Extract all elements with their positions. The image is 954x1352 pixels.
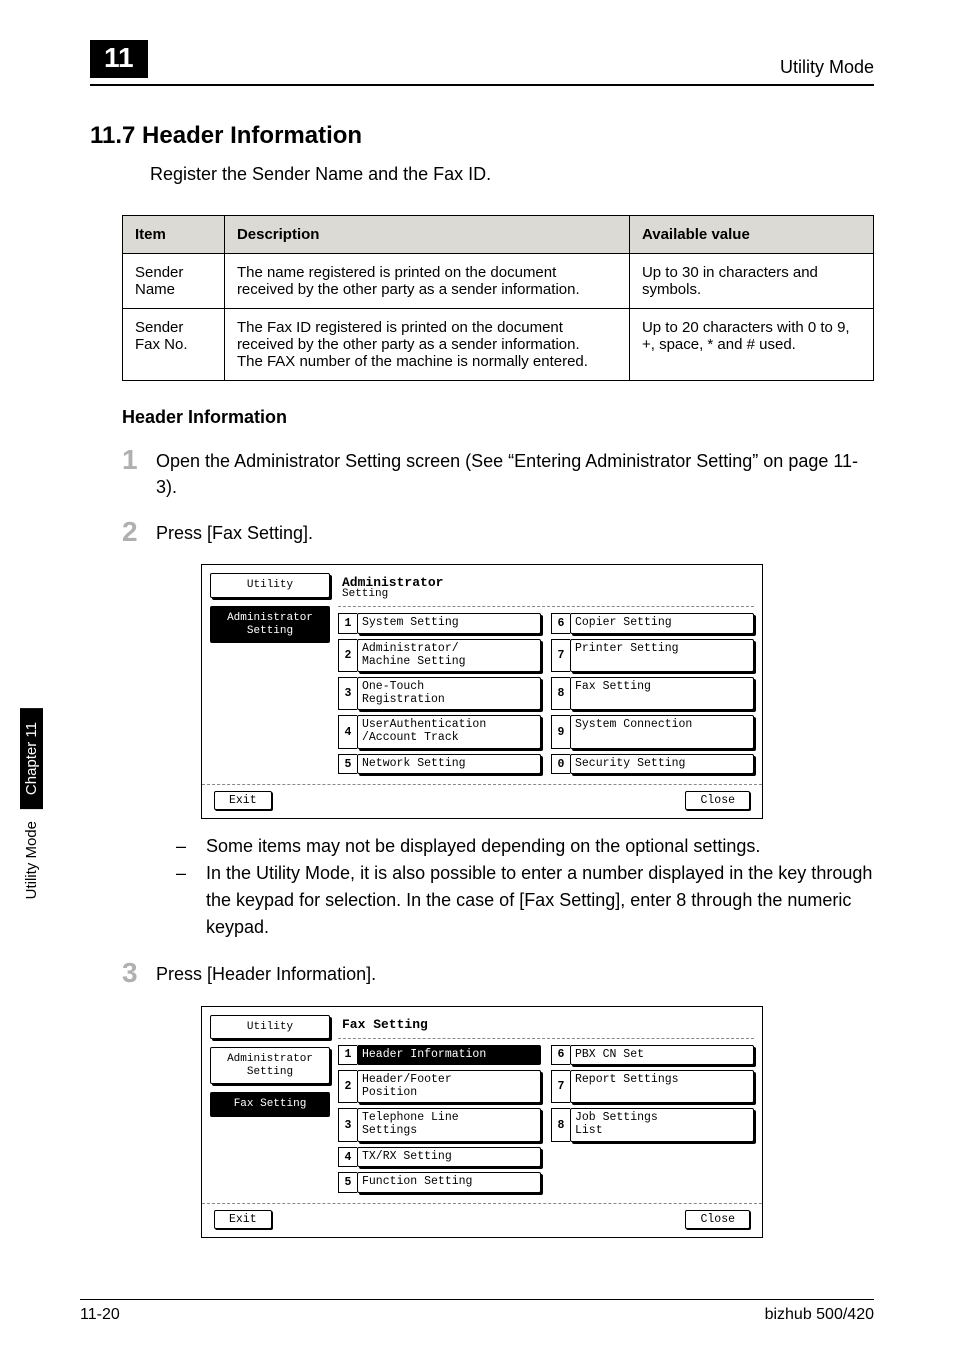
page-number: 11-20 — [80, 1306, 120, 1324]
step-number: 1 — [122, 446, 156, 474]
menu-tel-line-settings[interactable]: 3Telephone Line Settings — [338, 1108, 541, 1141]
panel2-wrap: Utility Administrator Setting Fax Settin… — [90, 1006, 874, 1238]
menu-header-footer-pos[interactable]: 2Header/Footer Position — [338, 1070, 541, 1103]
menu-printer-setting[interactable]: 7Printer Setting — [551, 639, 754, 672]
th-item: Item — [123, 216, 225, 254]
exit-button[interactable]: Exit — [214, 1210, 272, 1229]
side-tab: Chapter 11 Utility Mode — [14, 680, 48, 940]
admin-setting-button[interactable]: Administrator Setting — [210, 606, 330, 643]
info-table: Item Description Available value Sender … — [122, 215, 874, 381]
menu-system-setting[interactable]: 1System Setting — [338, 613, 541, 634]
step-text: Press [Header Information]. — [156, 961, 376, 987]
menu-report-settings[interactable]: 7Report Settings — [551, 1070, 754, 1103]
utility-button[interactable]: Utility — [210, 1015, 330, 1040]
step-3: 3 Press [Header Information]. — [122, 961, 874, 987]
panel1-wrap: Utility Administrator Setting Administra… — [90, 564, 874, 819]
running-head: Utility Mode — [780, 57, 874, 78]
fax-setting-button[interactable]: Fax Setting — [210, 1092, 330, 1117]
menu-header-info[interactable]: 1Header Information — [338, 1045, 541, 1066]
notes: –Some items may not be displayed dependi… — [176, 833, 874, 941]
cell-item: Sender Fax No. — [123, 309, 225, 381]
th-description: Description — [224, 216, 629, 254]
step-2: 2 Press [Fax Setting]. — [122, 520, 874, 546]
step-1: 1 Open the Administrator Setting screen … — [122, 448, 874, 500]
product-name: bizhub 500/420 — [765, 1306, 874, 1324]
exit-button[interactable]: Exit — [214, 791, 272, 810]
side-tab-title: Utility Mode — [20, 809, 43, 911]
step-text: Press [Fax Setting]. — [156, 520, 313, 546]
menu-job-settings-list[interactable]: 8Job Settings List — [551, 1108, 754, 1141]
note-2: In the Utility Mode, it is also possible… — [206, 860, 874, 941]
menu-fax-setting[interactable]: 8Fax Setting — [551, 677, 754, 710]
menu-txrx-setting[interactable]: 4TX/RX Setting — [338, 1147, 541, 1168]
menu-copier-setting[interactable]: 6Copier Setting — [551, 613, 754, 634]
menu-system-connection[interactable]: 9System Connection — [551, 715, 754, 748]
chapter-badge: 11 — [90, 40, 148, 78]
table-row: Sender Name The name registered is print… — [123, 254, 874, 309]
step-number: 3 — [122, 959, 156, 987]
cell-item: Sender Name — [123, 254, 225, 309]
th-avail: Available value — [629, 216, 873, 254]
page: 11 Utility Mode 11.7 Header Information … — [0, 0, 954, 1352]
note-1: Some items may not be displayed dependin… — [206, 833, 760, 860]
cell-desc: The name registered is printed on the do… — [224, 254, 629, 309]
menu-pbx-cn-set[interactable]: 6PBX CN Set — [551, 1045, 754, 1066]
cell-avail: Up to 20 characters with 0 to 9, +, spac… — [629, 309, 873, 381]
panel-title: Fax Setting — [338, 1015, 754, 1039]
cell-avail: Up to 30 in characters and symbols. — [629, 254, 873, 309]
menu-user-auth[interactable]: 4UserAuthentication /Account Track — [338, 715, 541, 748]
page-footer: 11-20 bizhub 500/420 — [80, 1299, 874, 1324]
table-row: Sender Fax No. The Fax ID registered is … — [123, 309, 874, 381]
side-tab-chapter: Chapter 11 — [20, 708, 43, 809]
admin-setting-panel: Utility Administrator Setting Administra… — [201, 564, 763, 819]
close-button[interactable]: Close — [685, 1210, 750, 1229]
sub-heading: Header Information — [122, 407, 874, 428]
menu-security-setting[interactable]: 0Security Setting — [551, 754, 754, 775]
step-text: Open the Administrator Setting screen (S… — [156, 448, 874, 500]
menu-network-setting[interactable]: 5Network Setting — [338, 754, 541, 775]
menu-admin-machine[interactable]: 2Administrator/ Machine Setting — [338, 639, 541, 672]
topbar: 11 Utility Mode — [90, 40, 874, 86]
section-heading: 11.7 Header Information — [90, 122, 874, 150]
menu-one-touch[interactable]: 3One-Touch Registration — [338, 677, 541, 710]
step-number: 2 — [122, 518, 156, 546]
cell-desc: The Fax ID registered is printed on the … — [224, 309, 629, 381]
close-button[interactable]: Close — [685, 791, 750, 810]
utility-button[interactable]: Utility — [210, 573, 330, 598]
panel-title: Administrator Setting — [338, 573, 754, 607]
section-intro: Register the Sender Name and the Fax ID. — [150, 164, 874, 185]
fax-setting-panel: Utility Administrator Setting Fax Settin… — [201, 1006, 763, 1238]
menu-function-setting[interactable]: 5Function Setting — [338, 1172, 541, 1193]
admin-setting-button[interactable]: Administrator Setting — [210, 1047, 330, 1084]
